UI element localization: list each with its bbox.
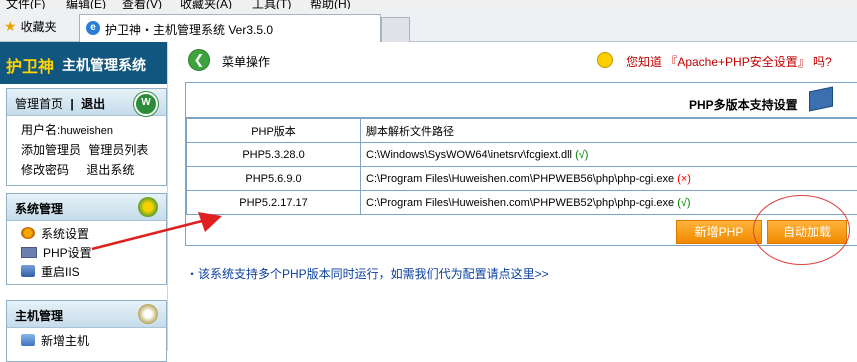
add-admin-link[interactable]: 添加管理员 <box>21 143 81 157</box>
account-box-header: 管理首页 | 退出 W <box>7 89 166 116</box>
menu-bar: 文件(F) 编辑(E) 查看(V) 收藏夹(A) 工具(T) 帮助(H) <box>0 0 857 9</box>
browser-tab-row: ★ 收藏夹 e 护卫神・主机管理系统 Ver3.5.0 <box>0 9 857 42</box>
sidebar-item-restart-iis[interactable]: 重启IIS <box>21 263 80 280</box>
sidebar-item-new-host[interactable]: 新增主机 <box>21 332 89 349</box>
account-links: 管理首页 | 退出 <box>15 95 105 112</box>
config-help-link[interactable]: ・该系统支持多个PHP版本同时运行，如需我们代为配置请点这里>> <box>186 265 549 282</box>
username-label: 用户名: <box>21 123 60 137</box>
logo-title: 主机管理系统 <box>62 55 146 75</box>
security-tip-link[interactable]: 您知道 『Apache+PHP安全设置』 吗? <box>626 53 832 70</box>
add-host-icon <box>21 334 35 346</box>
settings-icon <box>21 227 35 239</box>
toolbar-label: 菜单操作 <box>222 53 270 70</box>
column-header: 脚本解析文件路径 <box>361 119 857 143</box>
admin-list-link[interactable]: 管理员列表 <box>88 143 148 157</box>
link-divider: | <box>70 97 73 111</box>
book-icon <box>809 86 833 111</box>
arrow-left-icon: ❮ <box>194 52 205 67</box>
home-link[interactable]: 管理首页 <box>15 97 63 111</box>
favorites-button[interactable]: ★ 收藏夹 <box>4 18 57 35</box>
change-password-link[interactable]: 修改密码 <box>21 163 69 177</box>
table-row: PHP5.2.17.17 C:\Program Files\Huweishen.… <box>187 191 857 215</box>
server-icon <box>21 265 35 277</box>
menu-help[interactable]: 帮助(H) <box>310 0 351 9</box>
host-box-header: 主机管理 <box>7 301 166 328</box>
status-ok: (√) <box>575 149 588 161</box>
logo: 护卫神 主机管理系统 <box>0 42 167 84</box>
star-icon: ★ <box>4 18 17 34</box>
php-icon <box>21 247 37 258</box>
sidebar-item-label: PHP设置 <box>43 246 92 260</box>
sidebar-item-label: 重启IIS <box>41 265 80 279</box>
logout-link[interactable]: 退出 <box>81 97 105 111</box>
favorites-label: 收藏夹 <box>21 20 57 34</box>
menu-file[interactable]: 文件(F) <box>6 0 45 9</box>
php-version: PHP5.3.28.0 <box>187 143 361 167</box>
gear-icon <box>138 304 158 324</box>
system-section-title: 系统管理 <box>15 200 63 217</box>
sidebar-item-label: 新增主机 <box>41 334 89 348</box>
annotation-circle <box>753 195 850 265</box>
shield-icon: W <box>134 92 158 116</box>
column-header: PHP版本 <box>187 119 361 143</box>
annotation-arrow <box>88 205 228 255</box>
account-box: 管理首页 | 退出 W 用户名:huweishen 添加管理员 管理员列表 修改… <box>6 88 167 186</box>
status-error: (×) <box>677 173 691 185</box>
username-line: 用户名:huweishen <box>21 121 113 138</box>
table-row: PHP5.3.28.0 C:\Windows\SysWOW64\inetsrv\… <box>187 143 857 167</box>
menu-edit[interactable]: 编辑(E) <box>66 0 106 9</box>
tab-title: 护卫神・主机管理系统 Ver3.5.0 <box>105 21 273 38</box>
host-box: 主机管理 新增主机 <box>6 300 167 362</box>
menu-view[interactable]: 查看(V) <box>122 0 162 9</box>
host-section-title: 主机管理 <box>15 307 63 324</box>
menu-tools[interactable]: 工具(T) <box>252 0 291 9</box>
php-version: PHP5.6.9.0 <box>187 167 361 191</box>
table-header-row: PHP版本 脚本解析文件路径 <box>187 119 857 143</box>
sidebar: 护卫神 主机管理系统 管理首页 | 退出 W 用户名:huweishen 添加管… <box>0 42 167 351</box>
status-ok: (√) <box>677 197 690 209</box>
sidebar-item-label: 系统设置 <box>41 227 89 241</box>
browser-tab[interactable]: e 护卫神・主机管理系统 Ver3.5.0 <box>79 14 381 42</box>
sidebar-item-php-settings[interactable]: PHP设置 <box>21 244 92 261</box>
php-version-table: PHP版本 脚本解析文件路径 PHP5.3.28.0 C:\Windows\Sy… <box>186 118 857 215</box>
smiley-icon <box>597 52 613 68</box>
main-toolbar: ❮ 菜单操作 您知道 『Apache+PHP安全设置』 吗? <box>185 45 857 75</box>
table-row: PHP5.6.9.0 C:\Program Files\Huweishen.co… <box>187 167 857 191</box>
logo-brand: 护卫神 <box>6 53 54 77</box>
parser-path: C:\Windows\SysWOW64\inetsrv\fcgiext.dll … <box>361 143 857 167</box>
panel-header: PHP多版本支持设置 <box>186 83 857 118</box>
menu-favorites[interactable]: 收藏夹(A) <box>180 0 232 9</box>
username-value: huweishen <box>60 125 113 137</box>
parser-path: C:\Program Files\Huweishen.com\PHPWEB56\… <box>361 167 857 191</box>
panel-title: PHP多版本支持设置 <box>689 96 798 113</box>
back-button[interactable]: ❮ <box>188 49 210 71</box>
exit-system-link[interactable]: 退出系统 <box>86 163 134 177</box>
ie-icon: e <box>86 21 100 35</box>
add-php-button[interactable]: 新增PHP <box>676 220 762 244</box>
sidebar-item-system-settings[interactable]: 系统设置 <box>21 225 89 242</box>
sidebar-divider <box>167 42 182 351</box>
new-tab-button[interactable] <box>381 17 410 42</box>
